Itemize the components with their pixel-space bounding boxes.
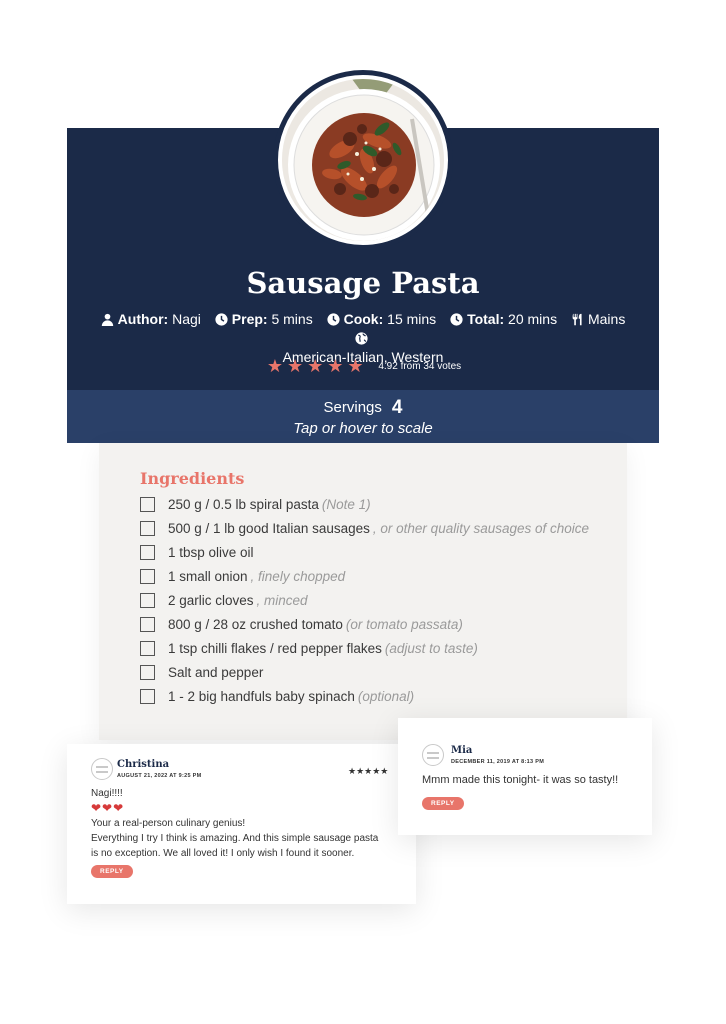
comment-body: Mmm made this tonight- it was so tasty!! [422,773,618,788]
reply-button[interactable]: REPLY [422,797,464,810]
ingredient-item: 2 garlic cloves, minced [140,588,589,612]
ingredient-item: 1 - 2 big handfuls baby spinach (optional… [140,684,589,708]
star-icon[interactable]: ★ [267,356,283,377]
avatar [422,744,444,766]
author-label: Author: [117,311,169,327]
reply-button[interactable]: REPLY [91,865,133,878]
ingredient-checkbox[interactable] [140,640,155,656]
comment-line: Your a real-person culinary genius! [91,818,246,829]
comment-stars: ★★★★★ [348,766,389,776]
comment-line: is no exception. We all loved it! I only… [91,848,355,859]
ingredient-item: Salt and pepper [140,660,589,684]
ingredient-note: (or tomato passata) [345,616,463,632]
ingredient-checkbox[interactable] [140,520,155,536]
avatar [91,758,113,780]
ingredient-item: 1 small onion, finely chopped [140,564,589,588]
ingredient-text: 500 g / 1 lb good Italian sausages [168,520,370,536]
recipe-photo [278,75,448,245]
ingredient-item: 1 tbsp olive oil [140,540,589,564]
ingredient-text: Salt and pepper [168,664,264,680]
globe-icon [354,332,368,345]
meta-cook: Cook: 15 mins [327,310,437,329]
comment-line: Nagi!!!! [91,788,123,799]
meta-total: Total: 20 mins [450,310,557,329]
author-name: Nagi [172,311,201,327]
ingredient-checkbox[interactable] [140,592,155,608]
ingredient-text: 1 small onion [168,568,248,584]
cook-time: 15 mins [387,311,437,327]
total-label: Total: [467,311,505,327]
servings-label: Servings [323,399,382,416]
comment-line: Mmm made this tonight- it was so tasty!! [422,774,619,786]
ingredient-checkbox[interactable] [140,544,155,560]
ingredient-text: 800 g / 28 oz crushed tomato [168,616,343,632]
ingredient-note: , minced [256,592,308,608]
ingredient-checkbox[interactable] [140,664,155,680]
ingredient-checkbox[interactable] [140,496,155,512]
rating-votes: 4.92 from 34 votes [378,361,462,372]
ingredient-text: 250 g / 0.5 lb spiral pasta [168,496,319,512]
comment-date: AUGUST 21, 2022 AT 9:25 PM [117,773,202,779]
ingredient-item: 800 g / 28 oz crushed tomato (or tomato p… [140,612,589,636]
ingredient-checkbox[interactable] [140,688,155,704]
comment-card: Mia DECEMBER 11, 2019 AT 8:13 PM Mmm mad… [398,718,652,835]
meta-prep: Prep: 5 mins [215,310,313,329]
pasta-dish-image [282,79,444,241]
ingredient-checkbox[interactable] [140,616,155,632]
ingredient-note: , or other quality sausages of choice [372,520,590,536]
ingredient-note: , finely chopped [250,568,346,584]
ingredient-checkbox[interactable] [140,568,155,584]
ingredient-item: 250 g / 0.5 lb spiral pasta (Note 1) [140,492,589,516]
rating-row: ★ ★ ★ ★ ★ 4.92 from 34 votes [67,356,659,377]
star-icon[interactable]: ★ [287,356,303,377]
cook-label: Cook: [343,311,384,327]
comment-author: Mia [451,745,473,756]
ingredient-text: 1 tbsp olive oil [168,544,254,560]
star-icon[interactable]: ★ [327,356,343,377]
recipe-title: Sausage Pasta [246,266,480,300]
ingredient-item: 500 g / 1 lb good Italian sausages, or o… [140,516,589,540]
ingredient-item: 1 tsp chilli flakes / red pepper flakes(… [140,636,589,660]
recipe-photo-frame [273,70,453,250]
prep-label: Prep: [231,311,268,327]
clock-icon [215,313,228,326]
prep-time: 5 mins [271,311,313,327]
ingredient-text: 1 - 2 big handfuls baby spinach [168,688,355,704]
star-icon[interactable]: ★ [347,356,363,377]
total-time: 20 mins [508,311,558,327]
servings-line: Servings 4 [67,390,659,419]
utensils-icon [572,313,582,326]
user-icon [101,313,113,326]
comment-card: Christina AUGUST 21, 2022 AT 9:25 PM ★★★… [67,744,416,904]
ingredients-list: 250 g / 0.5 lb spiral pasta (Note 1) 500 … [140,492,589,708]
star-icon[interactable]: ★ [307,356,323,377]
meta-author: Author: Nagi [101,310,201,329]
star-rating[interactable]: ★ ★ ★ ★ ★ [265,356,366,377]
ingredients-card: Ingredients 250 g / 0.5 lb spiral pasta(… [99,443,627,740]
clock-icon [450,313,463,326]
ingredient-note: (adjust to taste) [384,640,478,656]
comment-line: Everything I try I think is amazing. And… [91,833,379,844]
comment-body: Nagi!!!! ❤❤❤ Your a real-person culinary… [91,786,378,861]
servings-value[interactable]: 4 [392,397,403,418]
comment-date: DECEMBER 11, 2019 AT 8:13 PM [451,759,545,765]
ingredient-text: 1 tsp chilli flakes / red pepper flakes [168,640,382,656]
ingredient-note: (Note 1) [321,496,371,512]
meta-cuisine-icon-wrap [354,329,372,348]
comment-author: Christina [117,759,170,770]
servings-bar[interactable]: Servings 4 Tap or hover to scale [67,390,659,443]
meta-course: Mains [571,310,625,329]
course: Mains [587,311,626,327]
ingredient-text: 2 garlic cloves [168,592,254,608]
ingredients-heading: Ingredients [140,469,245,488]
hearts-emoji: ❤❤❤ [91,801,125,815]
clock-icon [327,313,340,326]
ingredient-note: (optional) [357,688,415,704]
scale-note: Tap or hover to scale [293,420,433,437]
